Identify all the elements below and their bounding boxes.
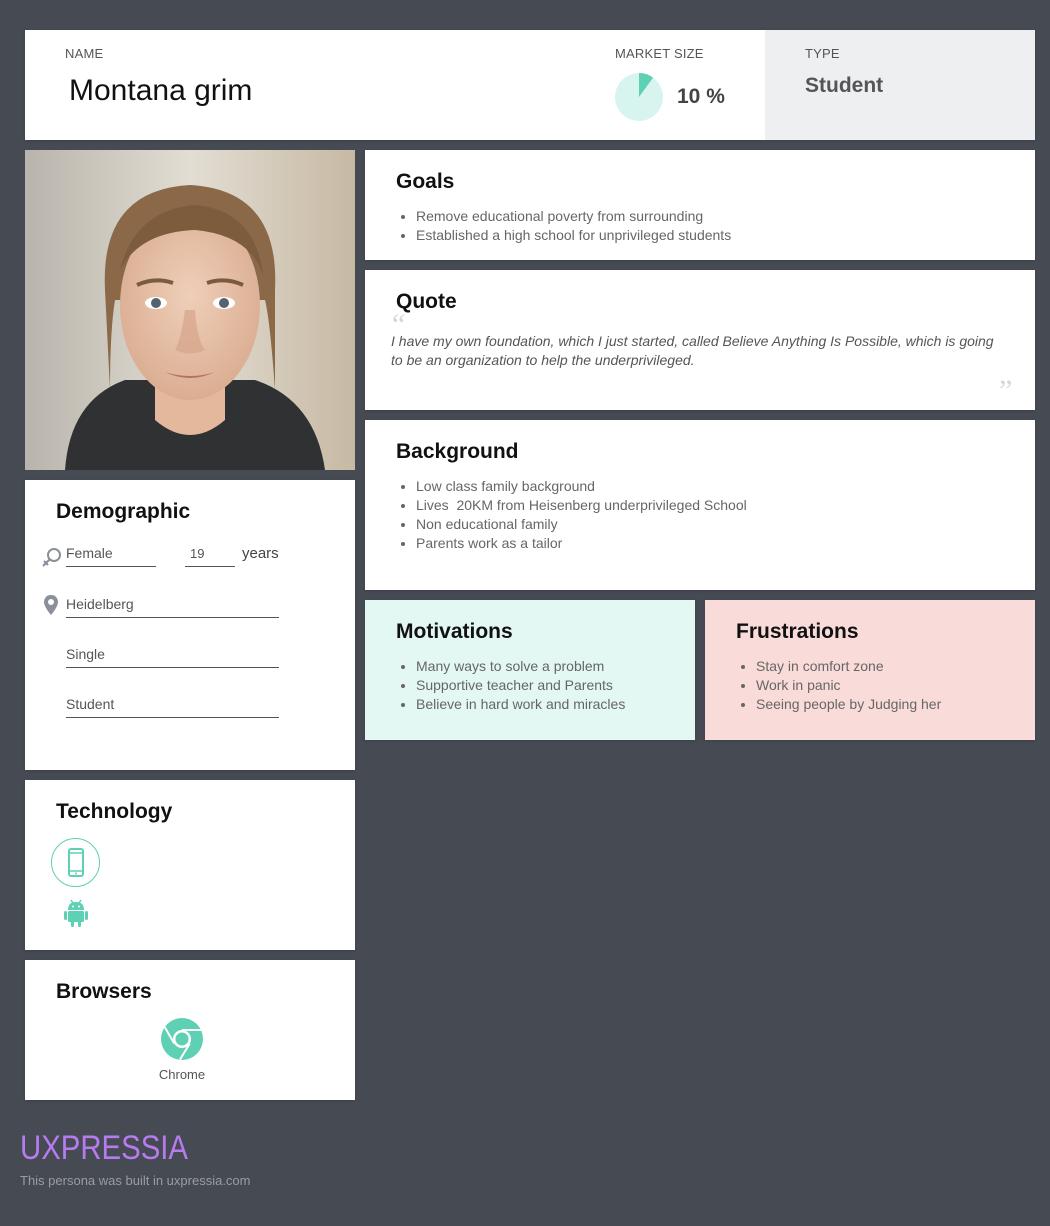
- location-pin-icon: [44, 595, 58, 615]
- list-item[interactable]: Lives 20KM from Heisenberg underprivileg…: [416, 496, 747, 515]
- android-icon[interactable]: [63, 899, 89, 927]
- technology-card: Technology: [25, 780, 355, 950]
- gender-field[interactable]: Female: [66, 545, 156, 567]
- background-card: Background Low class family background L…: [365, 420, 1035, 590]
- quote-card: Quote “ I have my own foundation, which …: [365, 270, 1035, 410]
- list-item[interactable]: Stay in comfort zone: [756, 657, 941, 676]
- portrait-illustration: [25, 150, 355, 470]
- type-panel: TYPE Student: [765, 30, 1035, 140]
- relationship-field[interactable]: Single: [66, 646, 279, 668]
- market-size-value[interactable]: 10 %: [677, 85, 725, 109]
- demographic-title: Demographic: [56, 500, 191, 523]
- uxpressia-logo-wordmark: UXPRESSIA: [20, 1129, 188, 1167]
- type-label: TYPE: [805, 46, 840, 61]
- age-field[interactable]: 19: [185, 546, 235, 567]
- market-size-pie-chart: [615, 73, 663, 121]
- list-item[interactable]: Remove educational poverty from surround…: [416, 207, 731, 226]
- demographic-card: Demographic Female 19 years Heidelberg S…: [25, 480, 355, 770]
- list-item[interactable]: Many ways to solve a problem: [416, 657, 625, 676]
- footer-note: This persona was built in uxpressia.com: [20, 1173, 251, 1188]
- persona-photo[interactable]: [25, 150, 355, 470]
- occupation-field[interactable]: Student: [66, 696, 279, 718]
- background-title: Background: [396, 440, 519, 463]
- motivations-card: Motivations Many ways to solve a problem…: [365, 600, 695, 740]
- browsers-title: Browsers: [56, 980, 152, 1003]
- persona-name[interactable]: Montana grim: [69, 74, 252, 108]
- background-list: Low class family background Lives 20KM f…: [396, 477, 747, 553]
- goals-list: Remove educational poverty from surround…: [396, 207, 731, 245]
- motivations-list: Many ways to solve a problem Supportive …: [396, 657, 625, 714]
- age-unit-label: years: [242, 545, 279, 562]
- list-item[interactable]: Non educational family: [416, 515, 747, 534]
- brand-text: UXPRESSIA: [20, 1129, 188, 1166]
- uxpressia-logo[interactable]: UXPRESSIA: [20, 1126, 200, 1171]
- list-item[interactable]: Believe in hard work and miracles: [416, 695, 625, 714]
- gender-icon: [42, 548, 61, 567]
- name-label: NAME: [65, 46, 104, 61]
- goals-card: Goals Remove educational poverty from su…: [365, 150, 1035, 260]
- location-field[interactable]: Heidelberg: [66, 596, 279, 618]
- browsers-card: Browsers Chrome: [25, 960, 355, 1100]
- list-item[interactable]: Seeing people by Judging her: [756, 695, 941, 714]
- smartphone-glyph: [68, 848, 84, 877]
- persona-header: NAME Montana grim MARKET SIZE 10 % TYPE …: [25, 30, 1035, 140]
- technology-title: Technology: [56, 800, 173, 823]
- close-quote-icon: ”: [999, 374, 1013, 407]
- list-item[interactable]: Supportive teacher and Parents: [416, 676, 625, 695]
- motivations-title: Motivations: [396, 620, 513, 643]
- smartphone-icon[interactable]: [51, 838, 100, 887]
- frustrations-list: Stay in comfort zone Work in panic Seein…: [736, 657, 941, 714]
- chrome-icon[interactable]: [161, 1018, 203, 1060]
- market-size-label: MARKET SIZE: [615, 46, 704, 61]
- goals-title: Goals: [396, 170, 455, 193]
- list-item[interactable]: Established a high school for unprivileg…: [416, 226, 731, 245]
- list-item[interactable]: Parents work as a tailor: [416, 534, 747, 553]
- list-item[interactable]: Work in panic: [756, 676, 941, 695]
- frustrations-card: Frustrations Stay in comfort zone Work i…: [705, 600, 1035, 740]
- browser-label-chrome: Chrome: [158, 1067, 206, 1082]
- type-value[interactable]: Student: [805, 74, 883, 98]
- list-item[interactable]: Low class family background: [416, 477, 747, 496]
- frustrations-title: Frustrations: [736, 620, 859, 643]
- quote-text[interactable]: I have my own foundation, which I just s…: [391, 332, 1001, 370]
